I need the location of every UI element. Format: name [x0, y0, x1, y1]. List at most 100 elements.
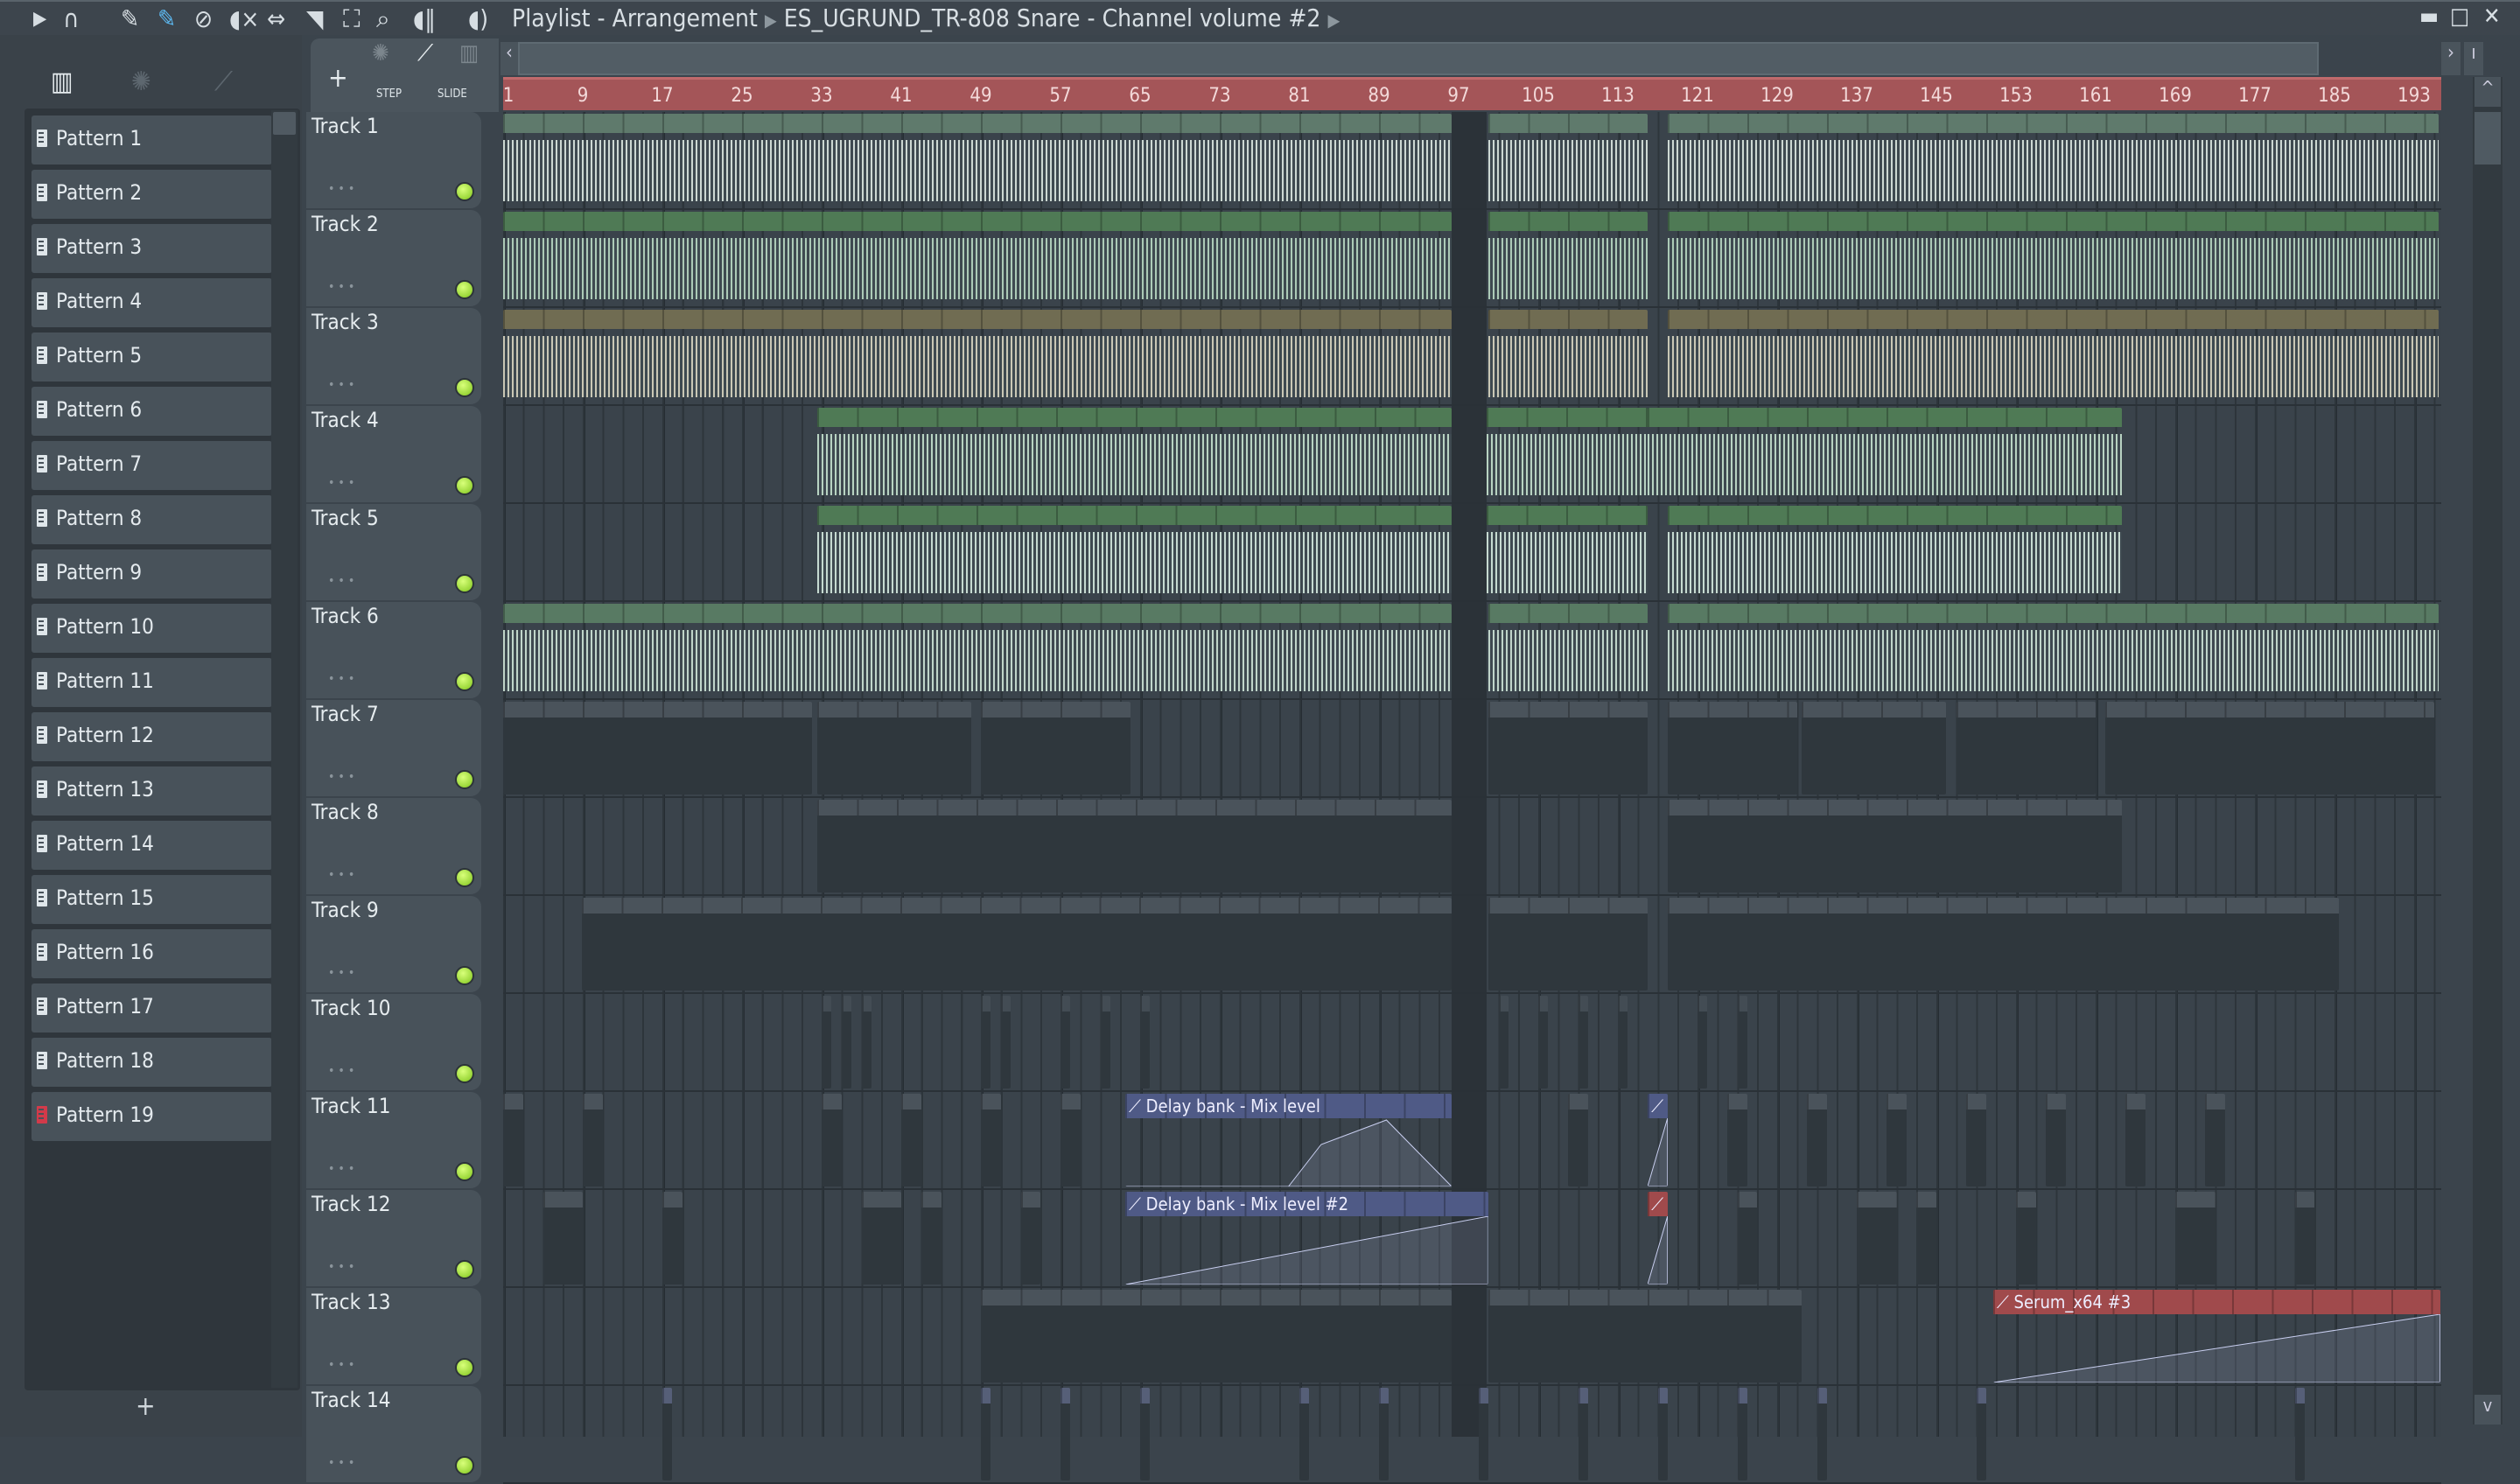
pattern-clip[interactable] — [1667, 702, 1797, 794]
pattern-clip[interactable] — [1698, 996, 1708, 1088]
track-enable-led[interactable] — [455, 280, 474, 299]
track-menu-icon[interactable]: • • • — [328, 1456, 354, 1470]
pattern-item[interactable]: Pattern 4 — [32, 278, 272, 327]
pattern-item[interactable]: Pattern 18 — [32, 1038, 272, 1087]
track-header[interactable]: Track 5 • • • — [306, 504, 481, 600]
track-enable-led[interactable] — [455, 378, 474, 397]
automation-clip[interactable]: ⟋ Serum_x64 #3 — [1992, 1290, 2440, 1382]
audio-clip[interactable] — [1667, 212, 2440, 304]
automation-icon[interactable]: ⟋ — [417, 40, 433, 67]
pattern-clip[interactable] — [1916, 1192, 1936, 1284]
audio-clip[interactable] — [1486, 506, 1648, 598]
audio-clip[interactable] — [1488, 114, 1648, 206]
track-header[interactable]: Track 11 • • • — [306, 1092, 481, 1188]
pattern-item[interactable]: Pattern 15 — [32, 875, 272, 924]
audio-clip[interactable] — [503, 212, 1452, 304]
add-track-button[interactable]: + — [328, 63, 348, 94]
pattern-item[interactable]: Pattern 11 — [32, 658, 272, 707]
scroll-up-button[interactable]: ^ — [2474, 77, 2501, 107]
audio-clip[interactable] — [817, 408, 1452, 500]
track-enable-led[interactable] — [455, 868, 474, 887]
audio-clip[interactable] — [1488, 212, 1648, 304]
track-enable-led[interactable] — [455, 476, 474, 495]
pattern-item[interactable]: Pattern 2 — [32, 170, 272, 219]
delete-icon[interactable]: ⊘ — [194, 5, 213, 33]
pattern-clip[interactable] — [503, 1094, 523, 1186]
pattern-clip[interactable] — [1956, 702, 2096, 794]
audio-clip[interactable] — [1648, 408, 2122, 500]
pattern-clip[interactable] — [1379, 1388, 1390, 1480]
pattern-clip[interactable] — [2125, 1094, 2146, 1186]
audio-clip[interactable] — [1667, 506, 2122, 598]
audio-clip[interactable] — [503, 114, 1452, 206]
track-enable-led[interactable] — [455, 182, 474, 201]
automation-clip[interactable]: ⟋ Delay bank - Mix level #2 — [1124, 1192, 1489, 1284]
pattern-clip[interactable] — [542, 1192, 583, 1284]
pattern-clip[interactable] — [1100, 996, 1110, 1088]
magnet-icon[interactable]: ∩ — [63, 5, 79, 33]
pattern-clip[interactable] — [583, 1094, 603, 1186]
pattern-clip[interactable] — [1568, 1094, 1588, 1186]
audio-clip[interactable] — [1667, 604, 2440, 696]
playback-icon[interactable]: ◖‖ — [413, 5, 436, 33]
pattern-clip[interactable] — [2046, 1094, 2066, 1186]
pattern-clip[interactable] — [581, 898, 1452, 990]
pattern-clip[interactable] — [1020, 1192, 1041, 1284]
track-menu-icon[interactable]: • • • — [328, 672, 354, 686]
select-icon[interactable]: ⛶ — [343, 5, 360, 33]
track-enable-led[interactable] — [455, 1162, 474, 1181]
pattern-clip[interactable] — [1060, 996, 1071, 1088]
audio-clip[interactable] — [1488, 310, 1648, 402]
pattern-clip[interactable] — [1578, 996, 1588, 1088]
track-header[interactable]: Track 7 • • • — [306, 700, 481, 796]
pattern-clip[interactable] — [861, 996, 872, 1088]
pattern-clip[interactable] — [2205, 1094, 2225, 1186]
pattern-clip[interactable] — [1060, 1094, 1081, 1186]
pattern-item[interactable]: Pattern 7 — [32, 441, 272, 490]
pattern-clip[interactable] — [1667, 800, 2122, 892]
waveform-icon[interactable]: ✺ — [372, 40, 389, 66]
pattern-clip[interactable] — [1667, 898, 2339, 990]
slide-toggle[interactable]: SLIDE — [438, 88, 467, 101]
vertical-scrollbar[interactable]: ^ v — [2473, 77, 2502, 1424]
pattern-clip[interactable] — [1807, 1094, 1827, 1186]
pattern-clip[interactable] — [981, 1290, 1452, 1382]
pattern-clip[interactable] — [1488, 1290, 1802, 1382]
scroll-left-button[interactable]: ‹ — [500, 42, 518, 75]
pattern-clip[interactable] — [1488, 702, 1648, 794]
pattern-clip[interactable] — [1618, 996, 1628, 1088]
pattern-clip[interactable] — [1727, 1094, 1747, 1186]
paint-icon[interactable]: ✎ — [158, 5, 176, 33]
pattern-clip[interactable] — [2016, 1192, 2036, 1284]
maximize-button[interactable]: □ — [2450, 4, 2469, 30]
scroll-right-button[interactable]: › — [2441, 42, 2460, 75]
pattern-clip[interactable] — [1737, 1192, 1758, 1284]
close-button[interactable]: ✕ — [2483, 4, 2501, 30]
slice-icon[interactable]: ◥ — [306, 5, 323, 33]
pattern-clip[interactable] — [1802, 702, 1947, 794]
slip-icon[interactable]: ⇔ — [267, 5, 285, 33]
pattern-clip[interactable] — [822, 996, 832, 1088]
pattern-item[interactable]: Pattern 13 — [32, 766, 272, 816]
track-menu-icon[interactable]: • • • — [328, 868, 354, 882]
pattern-clip[interactable] — [841, 996, 852, 1088]
track-enable-led[interactable] — [455, 574, 474, 593]
pencil-icon[interactable]: ✎ — [121, 5, 139, 33]
track-menu-icon[interactable]: • • • — [328, 182, 354, 196]
pattern-clip[interactable] — [1000, 996, 1012, 1088]
pattern-clip[interactable] — [1488, 898, 1648, 990]
track-header[interactable]: Track 6 • • • — [306, 602, 481, 698]
add-pattern-button[interactable]: + — [136, 1391, 156, 1422]
speaker-icon[interactable]: ◖) — [468, 5, 488, 33]
track-header[interactable]: Track 10 • • • — [306, 994, 481, 1090]
pattern-clip[interactable] — [1060, 1388, 1071, 1480]
track-enable-led[interactable] — [455, 1260, 474, 1279]
pattern-item[interactable]: Pattern 1 — [32, 116, 272, 164]
pattern-item[interactable]: Pattern 9 — [32, 550, 272, 598]
pattern-clip[interactable] — [1538, 996, 1549, 1088]
track-menu-icon[interactable]: • • • — [328, 1260, 354, 1274]
pattern-clip[interactable] — [503, 702, 812, 794]
track-enable-led[interactable] — [455, 966, 474, 985]
pattern-item[interactable]: Pattern 6 — [32, 387, 272, 436]
pattern-item[interactable]: Pattern 19 — [32, 1092, 272, 1141]
